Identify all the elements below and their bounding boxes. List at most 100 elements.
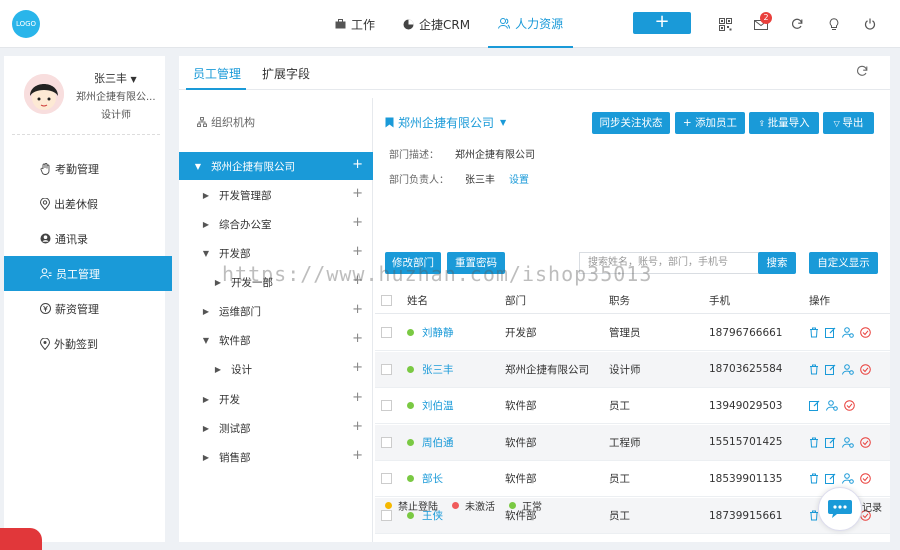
sync-follow-status-button[interactable]: 同步关注状态 (592, 112, 670, 134)
tree-node-label: 开发部 (219, 247, 251, 260)
tree-node[interactable]: ▶ 销售部 + (179, 443, 373, 471)
batch-import-button[interactable]: ⇪ 批量导入 (749, 112, 819, 134)
sidebar-item-staff[interactable]: 员工管理 (4, 256, 172, 291)
message-count-badge: 2 (760, 12, 772, 24)
row-checkbox[interactable] (381, 327, 392, 338)
edit-icon[interactable] (825, 473, 836, 485)
employee-phone: 18796766661 (709, 326, 783, 339)
disable-icon[interactable] (844, 400, 855, 411)
sidebar-item-salary[interactable]: 薪资管理 (4, 291, 172, 326)
user-name[interactable]: 张三丰 ▼ (94, 70, 137, 86)
user-settings-icon[interactable] (826, 400, 838, 411)
add-node-button[interactable]: + (352, 245, 363, 259)
employee-name-link[interactable]: 张三丰 (422, 362, 454, 377)
disable-icon[interactable] (860, 363, 871, 375)
lightbulb-icon[interactable] (825, 15, 843, 33)
employee-name-link[interactable]: 刘静静 (422, 325, 454, 340)
employee-name-link[interactable]: 部长 (422, 471, 443, 486)
avatar[interactable] (24, 74, 64, 114)
record-link[interactable]: 记录 (862, 499, 882, 514)
edit-icon[interactable] (825, 437, 836, 448)
delete-icon[interactable] (809, 364, 819, 375)
add-node-button[interactable]: + (352, 158, 363, 172)
tab-staff[interactable]: 员工管理 (193, 65, 241, 82)
table-row[interactable]: 刘伯温 软件部 员工 13949029503 (375, 388, 890, 425)
add-node-button[interactable]: + (352, 303, 363, 317)
user-settings-icon[interactable] (842, 473, 854, 485)
table-row[interactable]: 部长 软件部 员工 18539901135 (375, 461, 890, 498)
upload-icon: ⇪ (758, 119, 768, 128)
user-settings-icon[interactable] (842, 363, 854, 375)
chat-button[interactable] (818, 487, 862, 531)
org-chart-icon (197, 117, 211, 127)
add-node-button[interactable]: + (352, 391, 363, 405)
nav-hr[interactable]: 人力资源 (488, 0, 574, 48)
row-checkbox[interactable] (381, 363, 392, 375)
edit-icon[interactable] (825, 364, 836, 375)
row-checkbox[interactable] (381, 436, 392, 448)
user-settings-icon[interactable] (842, 327, 854, 338)
delete-icon[interactable] (809, 327, 819, 338)
tree-node[interactable]: ▶ 开发 + (179, 385, 373, 413)
add-node-button[interactable]: + (352, 187, 363, 201)
disable-icon[interactable] (860, 436, 871, 448)
employee-name-link[interactable]: 刘伯温 (422, 398, 454, 413)
refresh-icon[interactable] (788, 15, 806, 33)
add-node-button[interactable]: + (352, 449, 363, 463)
qrcode-icon[interactable] (716, 15, 734, 33)
caret-down-icon: ▼ (194, 161, 202, 171)
refresh-icon[interactable] (856, 65, 868, 77)
corner-widget[interactable] (0, 528, 42, 550)
add-node-button[interactable]: + (352, 361, 363, 375)
tree-node[interactable]: ▶ 综合办公室 + (179, 210, 373, 238)
tab-extended-fields[interactable]: 扩展字段 (262, 65, 310, 82)
dept-selector[interactable]: 郑州企捷有限公司 ▼ (385, 114, 506, 131)
select-all-checkbox[interactable] (381, 295, 392, 306)
tree-node[interactable]: ▶ 开发管理部 + (179, 181, 373, 209)
table-header: 姓名 部门 职务 手机 操作 (375, 288, 890, 314)
employee-name-link[interactable]: 周伯通 (422, 435, 454, 450)
add-node-button[interactable]: + (352, 332, 363, 346)
tree-node-label: 测试部 (219, 422, 251, 435)
tree-node[interactable]: ▼ 郑州企捷有限公司 + (179, 152, 373, 180)
dept-description-value: 郑州企捷有限公司 (455, 150, 535, 161)
user-settings-icon[interactable] (842, 436, 854, 448)
add-button[interactable]: + (633, 12, 691, 34)
tree-node[interactable]: ▶ 运维部门 + (179, 297, 373, 325)
add-employee-button[interactable]: + 添加员工 (675, 112, 745, 134)
table-row[interactable]: 刘静静 开发部 管理员 18796766661 (375, 315, 890, 351)
row-checkbox[interactable] (381, 400, 392, 412)
row-checkbox[interactable] (381, 473, 392, 485)
export-button[interactable]: ▽ 导出 (823, 112, 874, 134)
legend-label: 未激活 (465, 502, 495, 513)
disable-icon[interactable] (860, 327, 871, 338)
disable-icon[interactable] (860, 473, 871, 485)
tree-node[interactable]: ▶ 测试部 + (179, 414, 373, 442)
sidebar-item-leave[interactable]: 出差休假 (4, 186, 172, 221)
search-button[interactable]: 搜索 (758, 252, 796, 274)
table-row[interactable]: 周伯通 软件部 工程师 15515701425 (375, 424, 890, 461)
user-company: 郑州企捷有限公... (76, 92, 156, 103)
nav-crm[interactable]: 企捷CRM (393, 0, 480, 48)
edit-icon[interactable] (809, 400, 820, 412)
delete-icon[interactable] (809, 437, 819, 448)
status-dot (407, 365, 414, 373)
table-row[interactable]: 张三丰 郑州企捷有限公司 设计师 18703625584 (375, 351, 890, 388)
tree-node-label: 运维部门 (219, 305, 261, 318)
custom-display-button[interactable]: 自定义显示 (809, 252, 878, 274)
sidebar-item-contacts[interactable]: 通讯录 (4, 221, 172, 256)
tree-node[interactable]: ▶ 设计 + (179, 355, 373, 383)
delete-icon[interactable] (809, 473, 819, 484)
set-owner-link[interactable]: 设置 (509, 175, 529, 186)
add-node-button[interactable]: + (352, 216, 363, 230)
nav-work[interactable]: 工作 (325, 0, 385, 48)
edit-icon[interactable] (825, 327, 836, 338)
power-icon[interactable] (861, 15, 879, 33)
org-tree: 组织机构 ▼ 郑州企捷有限公司 + ▶ 开发管理部 + ▶ 综合办公室 + ▼ 开发部 + ▶ 开… (179, 98, 373, 542)
add-node-button[interactable]: + (352, 420, 363, 434)
tree-node[interactable]: ▼ 软件部 + (179, 326, 373, 354)
caret-right-icon: ▶ (202, 423, 210, 433)
sidebar-item-checkin[interactable]: 外勤签到 (4, 326, 172, 361)
logo[interactable]: LOGO (12, 10, 40, 38)
sidebar-item-attendance[interactable]: 考勤管理 (4, 151, 172, 186)
